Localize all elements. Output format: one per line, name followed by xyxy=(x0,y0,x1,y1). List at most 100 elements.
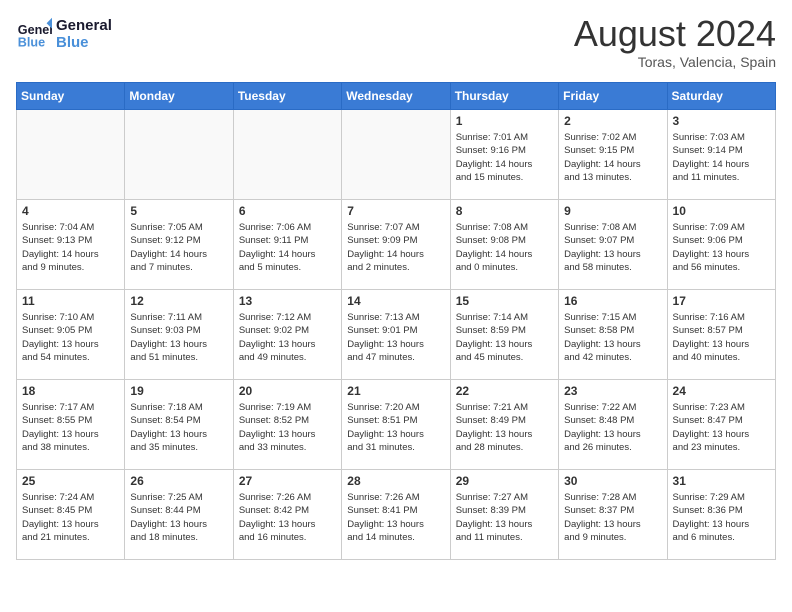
day-number: 19 xyxy=(130,384,227,398)
day-number: 6 xyxy=(239,204,336,218)
day-info: Sunrise: 7:03 AM Sunset: 9:14 PM Dayligh… xyxy=(673,131,770,184)
calendar-cell: 17Sunrise: 7:16 AM Sunset: 8:57 PM Dayli… xyxy=(667,290,775,380)
calendar-cell: 4 Sunrise: 7:04 AM Sunset: 9:13 PM Daylig… xyxy=(17,200,125,290)
calendar-cell xyxy=(342,110,450,200)
day-header-thursday: Thursday xyxy=(450,83,558,110)
day-info: Sunrise: 7:23 AM Sunset: 8:47 PM Dayligh… xyxy=(673,401,770,454)
day-info: Sunrise: 7:07 AM Sunset: 9:09 PM Dayligh… xyxy=(347,221,444,274)
day-number: 20 xyxy=(239,384,336,398)
day-number: 12 xyxy=(130,294,227,308)
day-number: 29 xyxy=(456,474,553,488)
day-number: 4 xyxy=(22,204,119,218)
calendar-table: SundayMondayTuesdayWednesdayThursdayFrid… xyxy=(16,82,776,560)
calendar-cell: 26Sunrise: 7:25 AM Sunset: 8:44 PM Dayli… xyxy=(125,470,233,560)
location: Toras, Valencia, Spain xyxy=(574,54,776,70)
calendar-cell: 21 Sunrise: 7:20 AM Sunset: 8:51 PM Dayli… xyxy=(342,380,450,470)
day-info: Sunrise: 7:15 AM Sunset: 8:58 PM Dayligh… xyxy=(564,311,661,364)
day-number: 25 xyxy=(22,474,119,488)
day-info: Sunrise: 7:21 AM Sunset: 8:49 PM Dayligh… xyxy=(456,401,553,454)
svg-text:Blue: Blue xyxy=(18,36,45,50)
day-info: Sunrise: 7:08 AM Sunset: 9:08 PM Dayligh… xyxy=(456,221,553,274)
title-block: August 2024 Toras, Valencia, Spain xyxy=(574,16,776,70)
day-header-tuesday: Tuesday xyxy=(233,83,341,110)
day-info: Sunrise: 7:19 AM Sunset: 8:52 PM Dayligh… xyxy=(239,401,336,454)
calendar-cell: 30 Sunrise: 7:28 AM Sunset: 8:37 PM Dayli… xyxy=(559,470,667,560)
day-header-saturday: Saturday xyxy=(667,83,775,110)
day-number: 18 xyxy=(22,384,119,398)
day-header-monday: Monday xyxy=(125,83,233,110)
day-info: Sunrise: 7:27 AM Sunset: 8:39 PM Dayligh… xyxy=(456,491,553,544)
day-info: Sunrise: 7:29 AM Sunset: 8:36 PM Dayligh… xyxy=(673,491,770,544)
day-info: Sunrise: 7:11 AM Sunset: 9:03 PM Dayligh… xyxy=(130,311,227,364)
day-info: Sunrise: 7:04 AM Sunset: 9:13 PM Dayligh… xyxy=(22,221,119,274)
calendar-cell: 6 Sunrise: 7:06 AM Sunset: 9:11 PM Daylig… xyxy=(233,200,341,290)
day-number: 31 xyxy=(673,474,770,488)
day-info: Sunrise: 7:26 AM Sunset: 8:41 PM Dayligh… xyxy=(347,491,444,544)
month-title: August 2024 xyxy=(574,16,776,52)
calendar-cell: 31 Sunrise: 7:29 AM Sunset: 8:36 PM Dayli… xyxy=(667,470,775,560)
day-info: Sunrise: 7:26 AM Sunset: 8:42 PM Dayligh… xyxy=(239,491,336,544)
day-number: 11 xyxy=(22,294,119,308)
day-info: Sunrise: 7:09 AM Sunset: 9:06 PM Dayligh… xyxy=(673,221,770,274)
day-info: Sunrise: 7:28 AM Sunset: 8:37 PM Dayligh… xyxy=(564,491,661,544)
day-info: Sunrise: 7:24 AM Sunset: 8:45 PM Dayligh… xyxy=(22,491,119,544)
day-info: Sunrise: 7:10 AM Sunset: 9:05 PM Dayligh… xyxy=(22,311,119,364)
day-info: Sunrise: 7:16 AM Sunset: 8:57 PM Dayligh… xyxy=(673,311,770,364)
day-info: Sunrise: 7:12 AM Sunset: 9:02 PM Dayligh… xyxy=(239,311,336,364)
calendar-cell: 8 Sunrise: 7:08 AM Sunset: 9:08 PM Daylig… xyxy=(450,200,558,290)
calendar-cell: 22 Sunrise: 7:21 AM Sunset: 8:49 PM Dayli… xyxy=(450,380,558,470)
calendar-cell: 28 Sunrise: 7:26 AM Sunset: 8:41 PM Dayli… xyxy=(342,470,450,560)
day-info: Sunrise: 7:06 AM Sunset: 9:11 PM Dayligh… xyxy=(239,221,336,274)
calendar-cell: 9 Sunrise: 7:08 AM Sunset: 9:07 PM Daylig… xyxy=(559,200,667,290)
calendar-cell: 5 Sunrise: 7:05 AM Sunset: 9:12 PM Daylig… xyxy=(125,200,233,290)
calendar-cell xyxy=(125,110,233,200)
calendar-cell: 15 Sunrise: 7:14 AM Sunset: 8:59 PM Dayli… xyxy=(450,290,558,380)
day-number: 22 xyxy=(456,384,553,398)
logo-icon: General Blue xyxy=(16,16,52,52)
calendar-cell: 18 Sunrise: 7:17 AM Sunset: 8:55 PM Dayli… xyxy=(17,380,125,470)
day-number: 15 xyxy=(456,294,553,308)
day-info: Sunrise: 7:14 AM Sunset: 8:59 PM Dayligh… xyxy=(456,311,553,364)
day-number: 27 xyxy=(239,474,336,488)
day-number: 3 xyxy=(673,114,770,128)
calendar-cell: 29 Sunrise: 7:27 AM Sunset: 8:39 PM Dayli… xyxy=(450,470,558,560)
day-info: Sunrise: 7:22 AM Sunset: 8:48 PM Dayligh… xyxy=(564,401,661,454)
day-number: 23 xyxy=(564,384,661,398)
day-header-friday: Friday xyxy=(559,83,667,110)
day-number: 13 xyxy=(239,294,336,308)
day-number: 1 xyxy=(456,114,553,128)
day-number: 9 xyxy=(564,204,661,218)
day-number: 8 xyxy=(456,204,553,218)
logo-line2: Blue xyxy=(56,34,112,51)
day-info: Sunrise: 7:18 AM Sunset: 8:54 PM Dayligh… xyxy=(130,401,227,454)
day-number: 30 xyxy=(564,474,661,488)
day-number: 7 xyxy=(347,204,444,218)
calendar-cell: 2 Sunrise: 7:02 AM Sunset: 9:15 PM Daylig… xyxy=(559,110,667,200)
day-info: Sunrise: 7:02 AM Sunset: 9:15 PM Dayligh… xyxy=(564,131,661,184)
day-info: Sunrise: 7:08 AM Sunset: 9:07 PM Dayligh… xyxy=(564,221,661,274)
calendar-cell: 14Sunrise: 7:13 AM Sunset: 9:01 PM Dayli… xyxy=(342,290,450,380)
calendar-cell xyxy=(17,110,125,200)
calendar-cell: 1Sunrise: 7:01 AM Sunset: 9:16 PM Daylig… xyxy=(450,110,558,200)
calendar-cell: 12 Sunrise: 7:11 AM Sunset: 9:03 PM Dayli… xyxy=(125,290,233,380)
day-number: 2 xyxy=(564,114,661,128)
day-info: Sunrise: 7:17 AM Sunset: 8:55 PM Dayligh… xyxy=(22,401,119,454)
day-header-wednesday: Wednesday xyxy=(342,83,450,110)
day-number: 21 xyxy=(347,384,444,398)
calendar-cell: 11 Sunrise: 7:10 AM Sunset: 9:05 PM Dayli… xyxy=(17,290,125,380)
day-info: Sunrise: 7:13 AM Sunset: 9:01 PM Dayligh… xyxy=(347,311,444,364)
calendar-cell xyxy=(233,110,341,200)
calendar-cell: 25 Sunrise: 7:24 AM Sunset: 8:45 PM Dayli… xyxy=(17,470,125,560)
day-number: 5 xyxy=(130,204,227,218)
calendar-cell: 19 Sunrise: 7:18 AM Sunset: 8:54 PM Dayli… xyxy=(125,380,233,470)
day-info: Sunrise: 7:05 AM Sunset: 9:12 PM Dayligh… xyxy=(130,221,227,274)
calendar-cell: 16Sunrise: 7:15 AM Sunset: 8:58 PM Dayli… xyxy=(559,290,667,380)
day-info: Sunrise: 7:20 AM Sunset: 8:51 PM Dayligh… xyxy=(347,401,444,454)
day-number: 26 xyxy=(130,474,227,488)
calendar-cell: 10Sunrise: 7:09 AM Sunset: 9:06 PM Dayli… xyxy=(667,200,775,290)
calendar-cell: 3 Sunrise: 7:03 AM Sunset: 9:14 PM Daylig… xyxy=(667,110,775,200)
calendar-cell: 7 Sunrise: 7:07 AM Sunset: 9:09 PM Daylig… xyxy=(342,200,450,290)
calendar-cell: 13 Sunrise: 7:12 AM Sunset: 9:02 PM Dayli… xyxy=(233,290,341,380)
day-number: 28 xyxy=(347,474,444,488)
logo: General Blue General Blue xyxy=(16,16,112,52)
